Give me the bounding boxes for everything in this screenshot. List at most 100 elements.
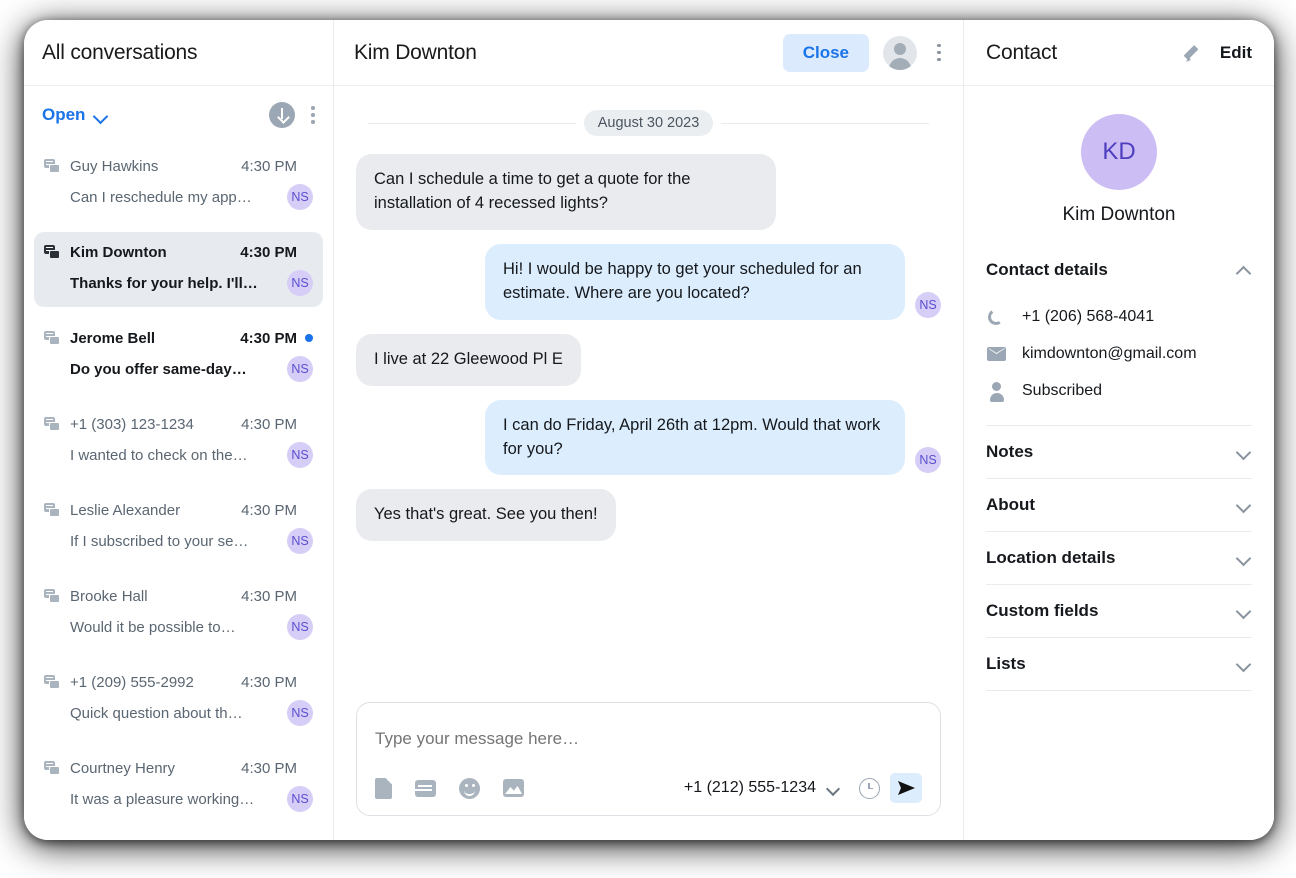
conversation-item-top: +1 (209) 555-2992 4:30 PM xyxy=(44,671,313,693)
contact-section-header[interactable]: About xyxy=(986,479,1252,531)
chat-bubbles-icon xyxy=(44,675,60,689)
close-button[interactable]: Close xyxy=(782,33,869,72)
conversation-item-top: Courtney Henry 4:30 PM xyxy=(44,757,313,779)
conversation-list-item[interactable]: Courtney Henry 4:30 PM It was a pleasure w… xyxy=(34,748,323,823)
conversation-item-top: +1 (303) 123-1234 4:30 PM xyxy=(44,413,313,435)
conversation-timestamp: 4:30 PM xyxy=(241,415,297,433)
message-input[interactable] xyxy=(375,721,922,757)
conversation-contact-name: +1 (209) 555-2992 xyxy=(70,673,194,691)
contact-section-header[interactable]: Custom fields xyxy=(986,585,1252,637)
contact-section: Contact details +1 (206) 568-4041 kimdownt… xyxy=(986,244,1252,426)
download-circle-icon[interactable] xyxy=(269,102,295,128)
conversation-contact-name: Courtney Henry xyxy=(70,759,176,777)
messages-container: Can I schedule a time to get a quote for… xyxy=(356,154,941,555)
contact-section-header[interactable]: Contact details xyxy=(986,244,1252,296)
conversation-item-bottom: Would it be possible to… NS xyxy=(44,614,313,640)
message-bubble: Can I schedule a time to get a quote for… xyxy=(356,154,776,230)
mail-icon xyxy=(986,344,1008,364)
conversation-title: Kim Downton xyxy=(354,40,477,64)
clock-icon[interactable] xyxy=(859,777,880,799)
chat-bubbles-icon xyxy=(44,761,60,775)
conversation-item-top: Guy Hawkins 4:30 PM xyxy=(44,155,313,177)
conversation-contact-name: Leslie Alexander xyxy=(70,501,181,519)
file-icon[interactable] xyxy=(375,777,392,799)
chat-bubbles-icon xyxy=(44,159,60,173)
conversation-timestamp: 4:30 PM xyxy=(241,501,297,519)
conversation-list-item[interactable]: Guy Hawkins 4:30 PM Can I reschedule my ap… xyxy=(34,146,323,221)
pencil-icon[interactable] xyxy=(1185,43,1204,62)
contact-section-title: Notes xyxy=(986,442,1034,461)
conversation-contact-name: Jerome Bell xyxy=(70,329,156,347)
send-button[interactable] xyxy=(890,773,922,803)
contact-detail-row: kimdownton@gmail.com xyxy=(986,335,1252,372)
conversation-list[interactable]: Guy Hawkins 4:30 PM Can I reschedule my ap… xyxy=(24,144,333,840)
contact-section-header[interactable]: Lists xyxy=(986,638,1252,690)
person-icon xyxy=(986,381,1008,401)
send-icon xyxy=(897,781,915,795)
kebab-menu-icon[interactable] xyxy=(311,106,315,124)
conversation-contact-name: Guy Hawkins xyxy=(70,157,159,175)
chat-bubbles-icon xyxy=(44,503,60,517)
assignee-avatar: NS xyxy=(287,184,313,210)
assignee-avatar: NS xyxy=(287,270,313,296)
chevron-down-icon xyxy=(1237,553,1252,563)
message-row: Hi! I would be happy to get your schedul… xyxy=(356,243,941,320)
emoji-icon[interactable] xyxy=(459,777,480,799)
chat-bubbles-icon xyxy=(44,245,60,259)
conversation-list-item[interactable]: +1 (303) 123-1234 4:30 PM I wanted to chec… xyxy=(34,404,323,479)
conversation-item-top: Jerome Bell 4:30 PM xyxy=(44,327,313,349)
status-filter-dropdown[interactable]: Open xyxy=(42,105,108,125)
divider-line-left xyxy=(368,122,576,124)
from-number-chevron-down-icon[interactable] xyxy=(827,784,841,793)
conversation-item-bottom: Quick question about th… NS xyxy=(44,700,313,726)
composer-wrapper: +1 (212) 555-1234 xyxy=(334,694,963,840)
conversation-timestamp: 4:30 PM xyxy=(241,673,297,691)
chat-bubbles-icon xyxy=(44,417,60,431)
conversation-contact-name: Kim Downton xyxy=(70,243,167,261)
chat-bubbles-icon xyxy=(44,331,60,345)
conversation-item-bottom: I wanted to check on the… NS xyxy=(44,442,313,468)
contact-accordion: Contact details +1 (206) 568-4041 kimdownt… xyxy=(964,244,1274,691)
conversation-list-item[interactable]: Kim Downton 4:30 PM Thanks for your help. … xyxy=(34,232,323,307)
conversation-preview-text: Can I reschedule my app… xyxy=(70,188,252,206)
app-window: All conversations Open Guy Hawkins 4:30 P… xyxy=(24,20,1274,840)
conversation-item-bottom: Can I reschedule my app… NS xyxy=(44,184,313,210)
message-sender-avatar: NS xyxy=(915,291,941,318)
contact-hero: KD Kim Downton xyxy=(964,86,1274,244)
conversation-preview-text: Do you offer same-day… xyxy=(70,360,247,378)
chevron-down-icon xyxy=(1237,447,1252,457)
assign-contact-icon[interactable] xyxy=(883,35,917,70)
message-bubble: Yes that's great. See you then! xyxy=(356,489,616,542)
chat-bubbles-icon xyxy=(44,589,60,603)
contact-name: Kim Downton xyxy=(1062,204,1176,225)
contact-section-body: +1 (206) 568-4041 kimdownton@gmail.com Sub… xyxy=(986,296,1252,425)
edit-button[interactable]: Edit xyxy=(1220,43,1252,63)
conversation-item-top: Brooke Hall 4:30 PM xyxy=(44,585,313,607)
conversation-panel: Kim Downton Close August 30 2023 Can I s… xyxy=(334,20,964,840)
conversation-list-item[interactable]: Leslie Alexander 4:30 PM If I subscribed t… xyxy=(34,490,323,565)
contact-section-title: Lists xyxy=(986,654,1026,673)
avatar: KD xyxy=(1081,114,1157,190)
contact-header: Contact Edit xyxy=(964,20,1274,86)
conversation-list-item[interactable]: +1 (209) 555-2992 4:30 PM Quick question a… xyxy=(34,662,323,737)
contact-section: Notes xyxy=(986,426,1252,479)
unread-dot-icon xyxy=(305,334,313,342)
from-number-label: +1 (212) 555-1234 xyxy=(683,779,816,796)
conversation-timestamp: 4:30 PM xyxy=(241,587,297,605)
conversation-item-bottom: Do you offer same-day… NS xyxy=(44,356,313,382)
message-thread: August 30 2023 Can I schedule a time to … xyxy=(334,86,963,694)
conversation-timestamp: 4:30 PM xyxy=(240,329,297,347)
contact-section: Location details xyxy=(986,532,1252,585)
conversation-kebab-menu-icon[interactable] xyxy=(937,43,941,62)
contact-section-header[interactable]: Notes xyxy=(986,426,1252,478)
conversations-header: All conversations xyxy=(24,20,333,86)
conversation-list-item[interactable]: Brooke Hall 4:30 PM Would it be possible t… xyxy=(34,576,323,651)
contact-section-header[interactable]: Location details xyxy=(986,532,1252,584)
assignee-avatar: NS xyxy=(287,528,313,554)
template-icon[interactable] xyxy=(415,779,436,797)
image-icon[interactable] xyxy=(503,779,524,797)
conversation-list-item[interactable]: Jerome Bell 4:30 PM Do you offer same-day…… xyxy=(34,318,323,393)
conversation-contact-name: +1 (303) 123-1234 xyxy=(70,415,194,433)
contact-detail-row: Subscribed xyxy=(986,372,1252,409)
conversation-timestamp: 4:30 PM xyxy=(240,243,297,261)
